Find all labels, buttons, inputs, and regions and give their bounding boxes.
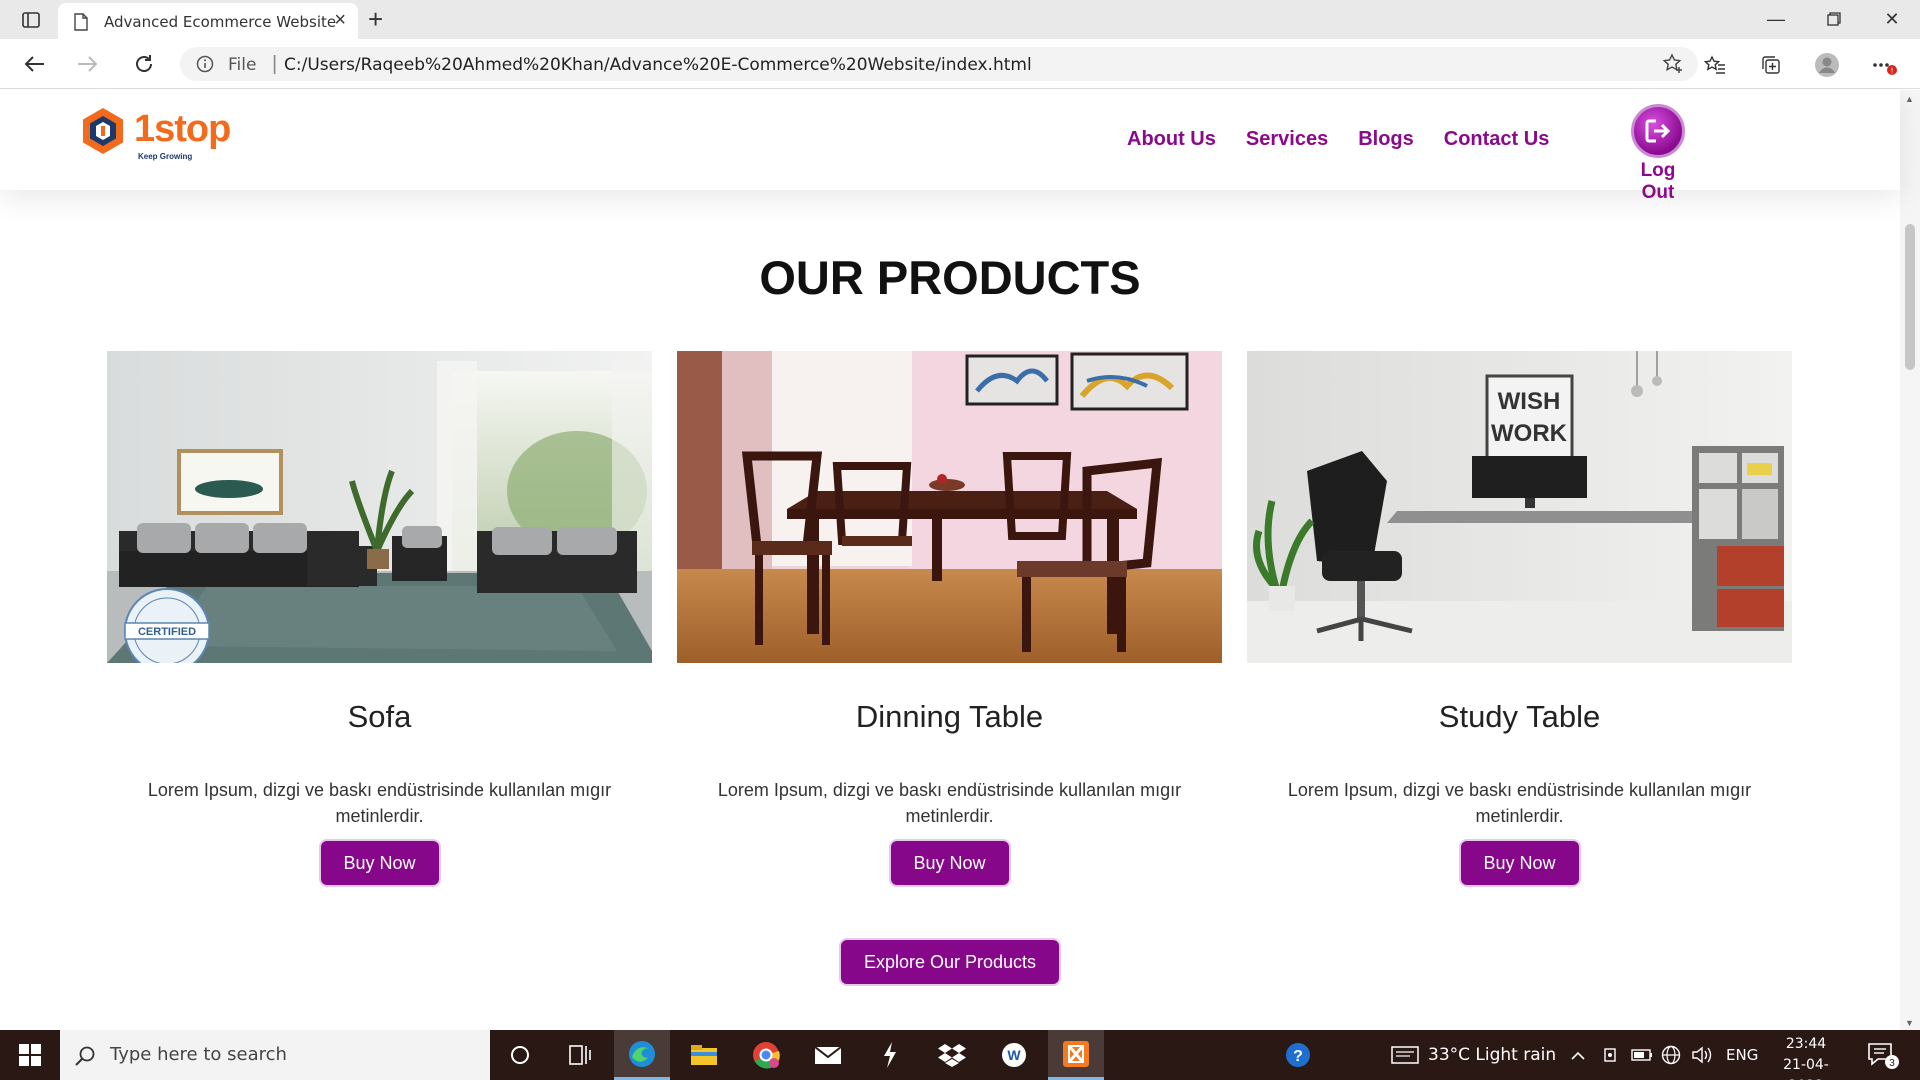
refresh-icon[interactable] (128, 49, 160, 79)
winamp-icon[interactable] (862, 1030, 918, 1080)
nav-blogs[interactable]: Blogs (1358, 128, 1414, 151)
scroll-down-icon[interactable]: ▼ (1905, 1018, 1914, 1028)
system-clock[interactable]: 23:44 21-04-2022 (1766, 1034, 1846, 1080)
globe-network-icon[interactable] (1660, 1030, 1682, 1080)
sofa-image: CERTIFIED (107, 351, 652, 663)
tab-actions-icon[interactable] (14, 8, 48, 32)
task-view-icon[interactable] (552, 1030, 608, 1080)
logo-hexagon-icon (83, 108, 123, 154)
product-card-sofa: CERTIFIED Sofa Lorem Ipsum, dizgi ve bas… (107, 351, 652, 887)
profile-avatar-icon[interactable] (1812, 51, 1842, 79)
tab-close-icon[interactable]: × (334, 9, 346, 32)
scroll-thumb[interactable] (1905, 224, 1915, 370)
buy-now-button[interactable]: Buy Now (1458, 839, 1581, 887)
buy-now-button[interactable]: Buy Now (888, 839, 1011, 887)
word-app-icon[interactable]: W (986, 1030, 1042, 1080)
product-description: Lorem Ipsum, dizgi ve baskı endüstrisind… (717, 780, 1182, 826)
clock-time: 23:44 (1785, 1036, 1827, 1052)
browser-address-bar: File | C:/Users/Raqeeb%20Ahmed%20Khan/Ad… (0, 39, 1920, 89)
nav-contact-us[interactable]: Contact Us (1444, 128, 1550, 151)
dinning-table-image (677, 351, 1222, 663)
svg-text:W: W (1007, 1047, 1021, 1063)
network-adapter-icon[interactable] (1602, 1030, 1620, 1080)
weather-text: 33°C Light rain (1428, 1045, 1557, 1065)
chrome-icon[interactable] (738, 1030, 794, 1080)
svg-text:WISH: WISH (1498, 388, 1561, 415)
site-header: 1stop Keep Growing About Us Services Blo… (0, 90, 1900, 203)
scroll-up-icon[interactable]: ▲ (1905, 94, 1914, 104)
file-explorer-icon[interactable] (676, 1030, 732, 1080)
show-hidden-icons[interactable] (1570, 1030, 1586, 1080)
product-card-dinning-table: Dinning Table Lorem Ipsum, dizgi ve bask… (677, 351, 1222, 887)
dropbox-icon[interactable] (924, 1030, 980, 1080)
page-scrollbar[interactable]: ▲ ▼ (1900, 90, 1920, 1030)
battery-icon[interactable] (1630, 1030, 1654, 1080)
search-placeholder: Type here to search (110, 1044, 287, 1065)
new-tab-icon[interactable]: + (368, 4, 383, 35)
collections-icon[interactable] (1756, 51, 1786, 79)
weather-widget[interactable]: 33°C Light rain (1390, 1030, 1556, 1080)
logo-tagline: Keep Growing (138, 152, 193, 161)
buy-now-button[interactable]: Buy Now (318, 839, 441, 887)
logout-label: Log Out (1640, 160, 1676, 203)
windows-taskbar: Type here to search W ? 33°C Light rain (0, 1030, 1920, 1080)
svg-text:!: ! (1891, 67, 1893, 76)
weather-icon (1391, 1046, 1419, 1064)
logout-button[interactable]: Log Out (1622, 104, 1694, 204)
product-name: Study Table (1438, 699, 1601, 734)
url-separator: | (272, 53, 278, 75)
mail-icon[interactable] (800, 1030, 856, 1080)
nav-services[interactable]: Services (1246, 128, 1328, 151)
study-table-image: WISH WORK (1247, 351, 1792, 663)
section-title: OUR PRODUCTS (759, 251, 1141, 304)
svg-text:WORK: WORK (1491, 420, 1568, 447)
help-icon[interactable]: ? (1284, 1030, 1312, 1080)
url-field[interactable]: File | C:/Users/Raqeeb%20Ahmed%20Khan/Ad… (180, 47, 1698, 81)
page-viewport: 1stop Keep Growing About Us Services Blo… (0, 90, 1920, 1030)
browser-tab-bar: Advanced Ecommerce Website × + — ✕ (0, 0, 1920, 39)
main-nav: About Us Services Blogs Contact Us (1127, 128, 1549, 151)
forward-icon[interactable] (72, 49, 104, 79)
clock-date: 21-04-2022 (1783, 1057, 1829, 1080)
url-text[interactable]: C:/Users/Raqeeb%20Ahmed%20Khan/Advance%2… (284, 55, 1032, 75)
product-description: Lorem Ipsum, dizgi ve baskı endüstrisind… (147, 780, 612, 826)
back-icon[interactable] (18, 49, 50, 79)
language-indicator[interactable]: ENG (1726, 1030, 1758, 1080)
certified-badge: CERTIFIED (124, 588, 210, 663)
cortana-icon[interactable] (492, 1030, 548, 1080)
product-name: Sofa (347, 699, 412, 734)
file-scheme-label: File (228, 55, 257, 75)
browser-tab[interactable]: Advanced Ecommerce Website × (58, 3, 358, 39)
product-name: Dinning Table (855, 699, 1044, 734)
info-icon[interactable] (196, 55, 214, 78)
tab-title: Advanced Ecommerce Website (104, 13, 337, 31)
restore-icon[interactable] (1814, 6, 1854, 32)
volume-icon[interactable] (1690, 1030, 1714, 1080)
favorites-icon[interactable] (1700, 51, 1730, 79)
settings-more-icon[interactable]: ! (1870, 51, 1900, 79)
svg-text:3: 3 (1889, 1058, 1895, 1069)
edge-browser-icon[interactable] (614, 1030, 670, 1080)
explore-products-button[interactable]: Explore Our Products (839, 938, 1061, 986)
search-icon (74, 1045, 96, 1072)
svg-text:CERTIFIED: CERTIFIED (138, 626, 196, 638)
logo-text: 1stop (134, 108, 231, 150)
site-logo[interactable]: 1stop Keep Growing (80, 104, 240, 164)
taskbar-search-field[interactable]: Type here to search (60, 1030, 490, 1080)
svg-text:?: ? (1293, 1048, 1303, 1065)
product-description: Lorem Ipsum, dizgi ve baskı endüstrisind… (1287, 780, 1752, 826)
windows-start-icon[interactable] (0, 1030, 60, 1080)
notifications-icon[interactable]: 3 (1866, 1030, 1900, 1080)
add-favorite-icon[interactable] (1662, 53, 1684, 80)
product-card-study-table: WISH WORK Study Table Lorem Ipsum, dizgi… (1247, 351, 1792, 887)
document-icon (74, 13, 88, 36)
xampp-icon[interactable] (1048, 1030, 1104, 1080)
nav-about-us[interactable]: About Us (1127, 128, 1216, 151)
close-window-icon[interactable]: ✕ (1872, 6, 1912, 32)
logout-icon (1631, 104, 1685, 158)
minimize-icon[interactable]: — (1756, 6, 1796, 32)
